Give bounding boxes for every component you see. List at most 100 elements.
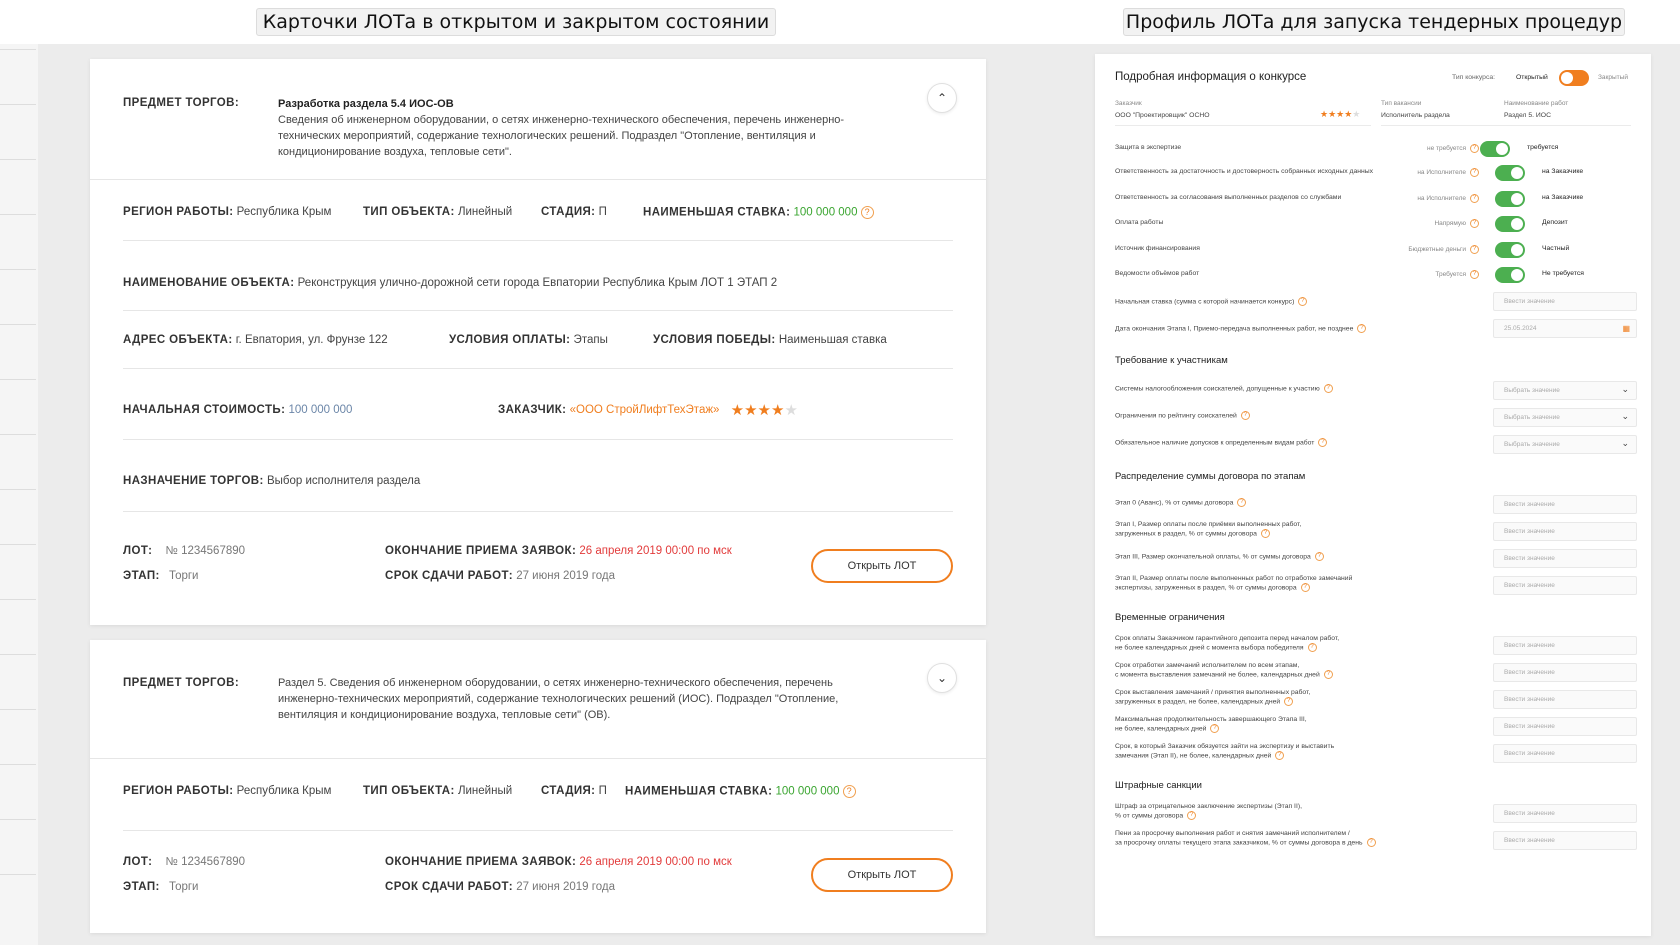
- fine-text: за просрочку оплаты текущего этапа заказ…: [1115, 839, 1363, 847]
- help-icon[interactable]: ?: [1275, 751, 1285, 760]
- open-lot-button[interactable]: Открыть ЛОТ: [811, 549, 953, 583]
- delivery-value: 27 июня 2019 года: [516, 570, 615, 582]
- toggle-left-option: на Исполнителе?: [1417, 194, 1479, 203]
- time-limit-input[interactable]: Ввести значение: [1493, 663, 1637, 682]
- delivery-label: СРОК СДАЧИ РАБОТ:: [385, 570, 513, 582]
- help-icon[interactable]: ?: [1260, 529, 1270, 538]
- contest-type-toggle[interactable]: [1559, 70, 1589, 86]
- fine-input[interactable]: Ввести значение: [1493, 831, 1637, 850]
- help-icon[interactable]: ?: [1323, 670, 1333, 679]
- toggle-switch[interactable]: [1495, 267, 1525, 283]
- initial-cost-label: НАЧАЛЬНАЯ СТОИМОСТЬ:: [123, 404, 286, 416]
- distribution-input[interactable]: Ввести значение: [1493, 522, 1637, 541]
- min-bid-label: НАИМЕНЬШАЯ СТАВКА:: [625, 785, 773, 798]
- open-lot-button[interactable]: Открыть ЛОТ: [811, 858, 953, 892]
- help-icon[interactable]: ?: [1470, 144, 1479, 153]
- help-icon[interactable]: ?: [1210, 724, 1220, 733]
- end-date-input[interactable]: 25.05.2024 ▦: [1493, 319, 1637, 338]
- toggle-switch[interactable]: [1495, 191, 1525, 207]
- fine-label: Штраф за отрицательное заключение экспер…: [1115, 802, 1302, 820]
- help-icon[interactable]: ?: [1318, 438, 1328, 447]
- time-limit-input[interactable]: Ввести значение: [1493, 717, 1637, 736]
- requirement-label: Обязательное наличие допусков к определе…: [1115, 438, 1328, 447]
- distribution-input[interactable]: Ввести значение: [1493, 549, 1637, 568]
- help-icon[interactable]: ?: [1470, 245, 1479, 254]
- time-limit-input[interactable]: Ввести значение: [1493, 690, 1637, 709]
- side-strip: [0, 44, 38, 945]
- subject-label: ПРЕДМЕТ ТОРГОВ:: [123, 97, 240, 109]
- object-type-label: ТИП ОБЪЕКТА:: [363, 785, 455, 797]
- stage-label: СТАДИЯ:: [541, 206, 596, 218]
- toggle-switch[interactable]: [1495, 165, 1525, 181]
- help-icon[interactable]: ?: [1470, 194, 1479, 203]
- help-icon[interactable]: ?: [1323, 384, 1333, 393]
- help-icon[interactable]: ?: [1307, 643, 1317, 652]
- toggle-switch[interactable]: [1495, 242, 1525, 258]
- requirement-select[interactable]: Выбрать значение: [1493, 381, 1637, 400]
- time-limit-text: не более, календарных дней?: [1115, 724, 1307, 733]
- requirement-select[interactable]: Выбрать значение: [1493, 408, 1637, 427]
- time-limit-text: замечания (Этап II), не более, календарн…: [1115, 752, 1272, 760]
- toggle-right-option: Частный: [1542, 245, 1570, 252]
- requirement-select[interactable]: Выбрать значение: [1493, 435, 1637, 454]
- toggle-right-option: Не требуется: [1542, 270, 1584, 277]
- toggle-left-text: Напрямую: [1434, 220, 1466, 228]
- requirement-text: Обязательное наличие допусков к определе…: [1115, 439, 1315, 447]
- customer-field-value: ООО "Проектировщик" ОСНО: [1115, 112, 1210, 119]
- help-icon[interactable]: ?: [1240, 411, 1250, 420]
- toggle-label: Ответственность за согласования выполнен…: [1115, 194, 1342, 201]
- calendar-icon[interactable]: ▦: [1622, 320, 1630, 337]
- expand-chevron-icon[interactable]: ⌄: [927, 663, 957, 693]
- distribution-title: Распределение суммы договора по этапам: [1115, 471, 1306, 482]
- fine-input[interactable]: Ввести значение: [1493, 804, 1637, 823]
- time-limit-input[interactable]: Ввести значение: [1493, 744, 1637, 763]
- fine-text: Пени за просрочку выполнения работ и сня…: [1115, 830, 1350, 837]
- deadline-value: 26 апреля 2019 00:00 по мск: [579, 856, 732, 868]
- help-icon[interactable]: ?: [1298, 297, 1308, 306]
- fine-text: % от суммы договора: [1115, 812, 1184, 820]
- help-icon[interactable]: ?: [1470, 168, 1479, 177]
- lot-value: № 1234567890: [165, 856, 246, 868]
- customer-link[interactable]: «ООО СтройЛифтТехЭтаж»: [570, 404, 720, 416]
- help-icon[interactable]: ?: [860, 206, 874, 219]
- toggle-switch[interactable]: [1480, 141, 1510, 157]
- time-limit-text: замечания (Этап II), не более, календарн…: [1115, 751, 1334, 760]
- time-limit-text: Срок, в который Заказчик обязуется зайти…: [1115, 743, 1335, 750]
- toggle-switch[interactable]: [1495, 216, 1525, 232]
- deadline-label: ОКОНЧАНИЕ ПРИЕМА ЗАЯВОК:: [385, 856, 577, 868]
- help-icon[interactable]: ?: [1237, 498, 1247, 507]
- help-icon[interactable]: ?: [842, 785, 856, 798]
- help-icon[interactable]: ?: [1357, 324, 1367, 333]
- time-limit-text: с момента выставления замечаний не более…: [1115, 670, 1333, 679]
- start-bid-input[interactable]: Ввести значение: [1493, 292, 1637, 311]
- help-icon[interactable]: ?: [1300, 583, 1310, 592]
- toggle-label: Ведомости объёмов работ: [1115, 270, 1200, 277]
- distribution-text: загруженных в раздел, % от суммы договор…: [1115, 529, 1301, 538]
- time-limit-text: Максимальная продолжительность завершающ…: [1115, 716, 1307, 723]
- help-icon[interactable]: ?: [1366, 838, 1376, 847]
- help-icon[interactable]: ?: [1187, 811, 1197, 820]
- region-label: РЕГИОН РАБОТЫ:: [123, 785, 234, 797]
- toggle-left-option: на Исполнителе?: [1417, 168, 1479, 177]
- help-icon[interactable]: ?: [1314, 552, 1324, 561]
- distribution-input[interactable]: Ввести значение: [1493, 576, 1637, 595]
- help-icon[interactable]: ?: [1470, 219, 1479, 228]
- fine-label: Пени за просрочку выполнения работ и сня…: [1115, 829, 1376, 847]
- contest-closed-label: Закрытый: [1598, 74, 1628, 81]
- distribution-input[interactable]: Ввести значение: [1493, 495, 1637, 514]
- contest-type-label: Тип конкурса:: [1452, 74, 1496, 81]
- start-bid-label: Начальная ставка (сумма с которой начина…: [1115, 297, 1308, 306]
- collapse-chevron-icon[interactable]: ⌃: [927, 83, 957, 113]
- help-icon[interactable]: ?: [1470, 270, 1479, 279]
- time-limit-input[interactable]: Ввести значение: [1493, 636, 1637, 655]
- subject-label: ПРЕДМЕТ ТОРГОВ:: [123, 677, 240, 689]
- stage-value: П: [598, 785, 607, 797]
- stage-value: П: [598, 206, 607, 218]
- lot-value: № 1234567890: [165, 545, 246, 557]
- purpose-value: Выбор исполнителя раздела: [266, 475, 421, 487]
- subject-title: Разработка раздела 5.4 ИОС-ОВ: [278, 98, 454, 110]
- divider: [123, 368, 953, 369]
- divider: [90, 179, 986, 180]
- time-limit-text: загруженных в раздел, не более, календар…: [1115, 697, 1310, 706]
- help-icon[interactable]: ?: [1284, 697, 1294, 706]
